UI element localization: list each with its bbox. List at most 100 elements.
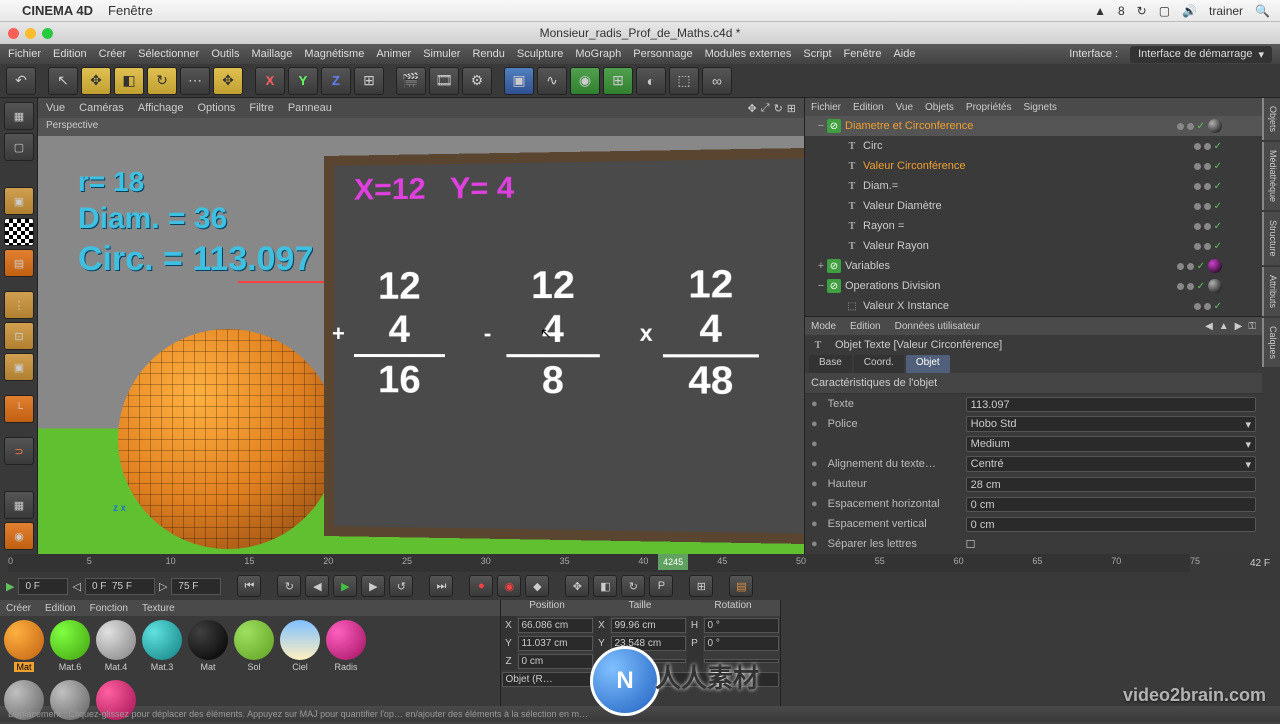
material-item[interactable]: Sol bbox=[234, 620, 274, 672]
x-axis-toggle[interactable]: X bbox=[255, 67, 285, 95]
render-view-button[interactable]: 🎬 bbox=[396, 67, 426, 95]
am-back-icon[interactable]: ◀ bbox=[1205, 321, 1213, 332]
z-axis-toggle[interactable]: Z bbox=[321, 67, 351, 95]
spotlight-icon[interactable]: 🔍 bbox=[1255, 4, 1270, 18]
tree-row[interactable]: TValeur Circonférence✓ bbox=[805, 156, 1262, 176]
material-item[interactable]: Mat.6 bbox=[50, 620, 90, 672]
app-name[interactable]: CINEMA 4D bbox=[22, 3, 93, 18]
material-tag[interactable] bbox=[1208, 279, 1222, 293]
record-button[interactable]: ● bbox=[469, 575, 493, 597]
app-menu-item[interactable]: Fenêtre bbox=[844, 48, 882, 60]
user-label[interactable]: trainer bbox=[1209, 4, 1243, 18]
position-field[interactable]: 11.037 cm bbox=[518, 636, 593, 651]
am-tab[interactable]: Coord. bbox=[854, 355, 904, 373]
timeline-marker[interactable]: 4245 bbox=[658, 554, 688, 570]
array-tool[interactable]: ⊞ bbox=[603, 67, 633, 95]
vp-zoom-icon[interactable]: ⤢ bbox=[761, 102, 770, 115]
environment-tool[interactable]: ⬚ bbox=[669, 67, 699, 95]
locked-workplane[interactable]: ◉ bbox=[4, 522, 34, 550]
tree-row[interactable]: −⊘Diametre et Circonference✓ bbox=[805, 116, 1262, 136]
app-menu-item[interactable]: Simuler bbox=[423, 48, 460, 60]
am-menu-item[interactable]: Données utilisateur bbox=[895, 321, 981, 332]
zoom-button[interactable] bbox=[42, 28, 53, 39]
object-mode[interactable]: ▢ bbox=[4, 133, 34, 161]
app-menu-item[interactable]: Maillage bbox=[251, 48, 292, 60]
rotation-field[interactable]: 0 ° bbox=[704, 618, 779, 633]
keyframe-sel-button[interactable]: ◆ bbox=[525, 575, 549, 597]
render-pv-button[interactable]: 🎞 bbox=[429, 67, 459, 95]
cube-primitive[interactable]: ▣ bbox=[504, 67, 534, 95]
move-tool[interactable]: ✥ bbox=[81, 67, 111, 95]
om-menu-item[interactable]: Propriétés bbox=[966, 102, 1012, 113]
om-menu-item[interactable]: Fichier bbox=[811, 102, 841, 113]
app-menu-item[interactable]: Créer bbox=[99, 48, 127, 60]
side-tab[interactable]: Médiathèque bbox=[1262, 142, 1280, 210]
attr-input[interactable]: 0 cm bbox=[966, 497, 1256, 512]
material-item[interactable]: Mat bbox=[188, 620, 228, 672]
deformer-tool[interactable]: ◐ bbox=[636, 67, 666, 95]
sync-icon[interactable]: ↻ bbox=[1137, 4, 1147, 18]
om-menu-item[interactable]: Edition bbox=[853, 102, 884, 113]
grid-button[interactable]: ⊞ bbox=[689, 575, 713, 597]
volume-icon[interactable]: 🔊 bbox=[1182, 4, 1197, 18]
sphere-object[interactable] bbox=[118, 329, 338, 549]
select-tool[interactable]: ↖ bbox=[48, 67, 78, 95]
texture-mode[interactable] bbox=[4, 218, 34, 246]
app-menu-item[interactable]: Outils bbox=[211, 48, 239, 60]
material-item[interactable]: Mat.4 bbox=[96, 620, 136, 672]
minimize-button[interactable] bbox=[25, 28, 36, 39]
make-editable[interactable]: ▣ bbox=[4, 187, 34, 215]
material-item[interactable]: Mat.3 bbox=[142, 620, 182, 672]
am-menu-item[interactable]: Edition bbox=[850, 321, 881, 332]
material-tag[interactable] bbox=[1208, 119, 1222, 133]
prev-frame-button[interactable]: ◀ bbox=[305, 575, 329, 597]
attr-checkbox[interactable]: ☐ bbox=[966, 538, 976, 551]
rotation-field[interactable]: 0 ° bbox=[704, 636, 779, 651]
am-up-icon[interactable]: ▲ bbox=[1219, 321, 1229, 332]
snap-toggle[interactable]: ⊃ bbox=[4, 437, 34, 465]
render-settings-button[interactable]: ⚙ bbox=[462, 67, 492, 95]
play-button[interactable]: ▶ bbox=[333, 575, 357, 597]
range-right-icon[interactable]: ▷ bbox=[159, 580, 167, 593]
vp-menu-item[interactable]: Filtre bbox=[249, 102, 273, 114]
end-frame-field[interactable] bbox=[171, 578, 221, 595]
app-menu-item[interactable]: MoGraph bbox=[575, 48, 621, 60]
autokey-button[interactable]: ◉ bbox=[497, 575, 521, 597]
workplane-mode[interactable]: ▤ bbox=[4, 249, 34, 277]
am-lock-icon[interactable]: ⚿ bbox=[1248, 321, 1256, 332]
vp-menu-item[interactable]: Vue bbox=[46, 102, 65, 114]
key-rot-button[interactable]: ↻ bbox=[621, 575, 645, 597]
attr-input[interactable]: 0 cm bbox=[966, 517, 1256, 532]
app-menu-item[interactable]: Edition bbox=[53, 48, 87, 60]
am-fwd-icon[interactable]: ▶ bbox=[1235, 321, 1243, 332]
mat-menu-item[interactable]: Fonction bbox=[90, 603, 128, 614]
mat-menu-item[interactable]: Texture bbox=[142, 603, 175, 614]
app-menu-item[interactable]: Personnage bbox=[633, 48, 692, 60]
material-item[interactable]: Ciel bbox=[280, 620, 320, 672]
tree-row[interactable]: TValeur Diamètre✓ bbox=[805, 196, 1262, 216]
mac-menu-item[interactable]: Fenêtre bbox=[108, 3, 153, 18]
vp-menu-item[interactable]: Options bbox=[197, 102, 235, 114]
range-left-icon[interactable]: ◁ bbox=[72, 580, 80, 593]
tree-row[interactable]: TDiam.=✓ bbox=[805, 176, 1262, 196]
timeline-ruler[interactable]: 4245 051015202530354045505560657075 bbox=[8, 554, 1190, 572]
polygon-mode[interactable]: ▣ bbox=[4, 353, 34, 381]
app-menu-item[interactable]: Script bbox=[803, 48, 831, 60]
blackboard-object[interactable]: X=12 Y= 4 12416+1248-12448x bbox=[324, 148, 804, 545]
goto-end-button[interactable]: ⏭ bbox=[429, 575, 453, 597]
camera-tool[interactable]: ∞ bbox=[702, 67, 732, 95]
timeline[interactable]: 4245 051015202530354045505560657075 42 F bbox=[0, 554, 1280, 572]
display-icon[interactable]: ▢ bbox=[1159, 4, 1170, 18]
app-menu-item[interactable]: Fichier bbox=[8, 48, 41, 60]
am-tab[interactable]: Objet bbox=[906, 355, 950, 373]
range-field[interactable] bbox=[85, 578, 155, 595]
tree-row[interactable]: +⊘Variables✓ bbox=[805, 256, 1262, 276]
axis-mode[interactable]: └ bbox=[4, 395, 34, 423]
am-tab[interactable]: Base bbox=[809, 355, 852, 373]
attr-input[interactable]: 28 cm bbox=[966, 477, 1256, 492]
gizmo-x-axis[interactable] bbox=[238, 281, 338, 283]
rotate-tool[interactable]: ↻ bbox=[147, 67, 177, 95]
edge-mode[interactable]: ⊡ bbox=[4, 322, 34, 350]
key-pos-button[interactable]: ✥ bbox=[565, 575, 589, 597]
app-menu-item[interactable]: Magnétisme bbox=[304, 48, 364, 60]
